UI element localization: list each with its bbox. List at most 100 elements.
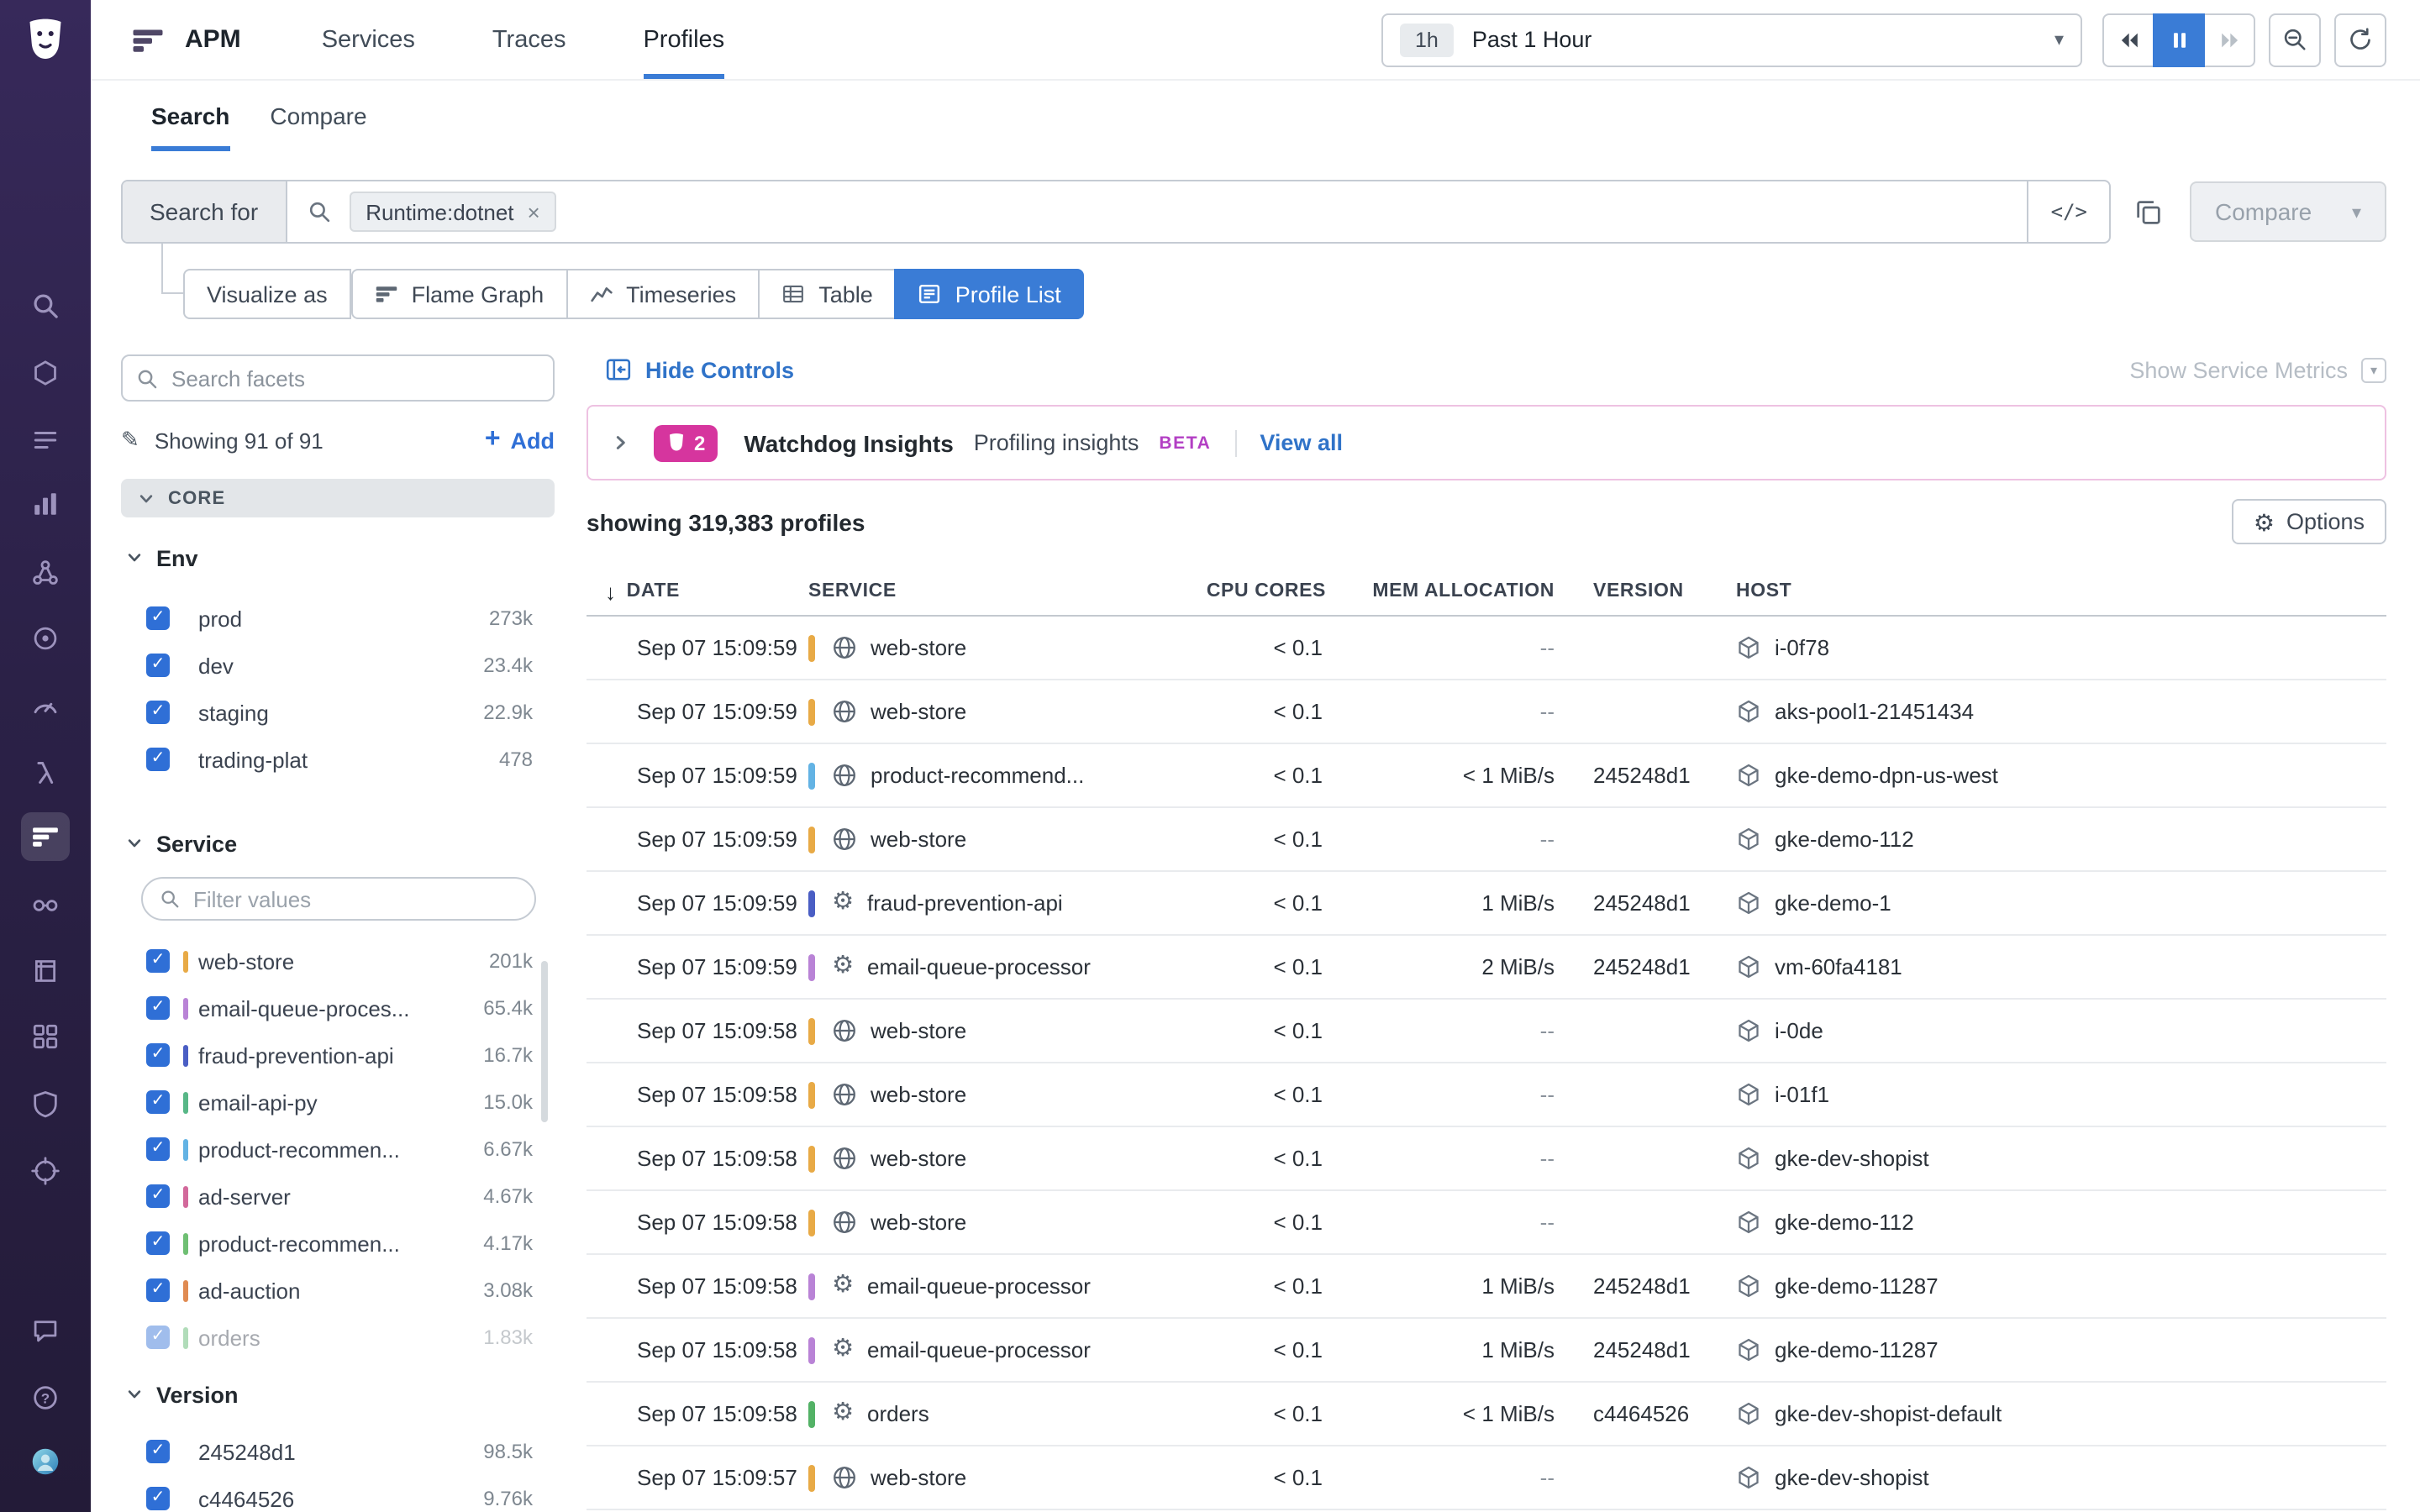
- facet-item-ad-server[interactable]: ✓ad-server4.67k: [121, 1173, 555, 1220]
- refresh-button[interactable]: [2334, 13, 2386, 66]
- profile-row[interactable]: Sep 07 15:09:58web-store< 0.1--gke-demo-…: [587, 1191, 2386, 1255]
- checkbox-checked[interactable]: ✓: [146, 1043, 170, 1067]
- settings-nav-icon[interactable]: [31, 1157, 60, 1185]
- forward-button[interactable]: [2203, 13, 2255, 66]
- facet-item-trading-plat[interactable]: ✓trading-plat478: [121, 736, 555, 783]
- checkbox-checked[interactable]: ✓: [146, 996, 170, 1020]
- profile-row[interactable]: Sep 07 15:09:59product-recommend...< 0.1…: [587, 744, 2386, 808]
- copy-query-button[interactable]: [2134, 197, 2163, 226]
- profile-row[interactable]: Sep 07 15:09:58web-store< 0.1--gke-dev-s…: [587, 1127, 2386, 1191]
- facet-group-header-service[interactable]: Service: [121, 827, 555, 860]
- facet-item-product-recommen[interactable]: ✓product-recommen...6.67k: [121, 1126, 555, 1173]
- profiling-nav-icon[interactable]: [21, 812, 70, 861]
- facet-item-dev[interactable]: ✓dev23.4k: [121, 642, 555, 689]
- docs-nav-icon[interactable]: [31, 957, 60, 985]
- column-header-host[interactable]: HOST: [1736, 581, 2386, 601]
- synthetics-nav-icon[interactable]: [31, 624, 60, 653]
- facet-search[interactable]: [121, 354, 555, 402]
- checkbox-checked[interactable]: ✓: [146, 1231, 170, 1255]
- checkbox-checked[interactable]: ✓: [146, 748, 170, 771]
- profile-row[interactable]: Sep 07 15:09:58web-store< 0.1--i-0de: [587, 1000, 2386, 1063]
- top-nav-traces[interactable]: Traces: [492, 0, 566, 79]
- remove-tag-icon[interactable]: ×: [528, 199, 540, 224]
- checkbox-checked[interactable]: ✓: [146, 1137, 170, 1161]
- profile-row[interactable]: Sep 07 15:09:58⚙orders< 0.1< 1 MiB/sc446…: [587, 1383, 2386, 1446]
- user-avatar[interactable]: [31, 1447, 60, 1476]
- facet-item-product-recommen[interactable]: ✓product-recommen...4.17k: [121, 1220, 555, 1267]
- checkbox-checked[interactable]: ✓: [146, 1090, 170, 1114]
- facet-item-fraud-prevention-api[interactable]: ✓fraud-prevention-api16.7k: [121, 1032, 555, 1079]
- facet-search-input[interactable]: [171, 365, 539, 391]
- metrics-nav-icon[interactable]: [31, 490, 60, 518]
- tab-search[interactable]: Search: [151, 81, 229, 151]
- logs-nav-icon[interactable]: [31, 426, 60, 454]
- top-nav-profiles[interactable]: Profiles: [643, 0, 724, 79]
- visualize-table[interactable]: Table: [758, 269, 897, 319]
- facet-group-header-version[interactable]: Version: [121, 1378, 555, 1411]
- facet-item-245248d1[interactable]: ✓245248d198.5k: [121, 1428, 555, 1475]
- tab-compare[interactable]: Compare: [270, 81, 366, 151]
- profile-row[interactable]: Sep 07 15:09:59⚙fraud-prevention-api< 0.…: [587, 872, 2386, 936]
- checkbox-checked[interactable]: ✓: [146, 1440, 170, 1463]
- profile-row[interactable]: Sep 07 15:09:59web-store< 0.1--gke-demo-…: [587, 808, 2386, 872]
- facet-item-prod[interactable]: ✓prod273k: [121, 595, 555, 642]
- chevron-right-icon[interactable]: [612, 433, 630, 452]
- compare-button[interactable]: Compare ▾: [2190, 181, 2386, 242]
- visualize-flame-graph[interactable]: Flame Graph: [351, 269, 568, 319]
- core-section-toggle[interactable]: CORE: [121, 479, 555, 517]
- checkbox-checked[interactable]: ✓: [146, 1278, 170, 1302]
- apm-nav-icon[interactable]: [31, 559, 60, 587]
- profile-row[interactable]: Sep 07 15:09:59web-store< 0.1--aks-pool1…: [587, 680, 2386, 744]
- visualize-profile-list[interactable]: Profile List: [895, 269, 1085, 319]
- column-header-mem-allocation[interactable]: MEM ALLOCATION: [1339, 581, 1568, 601]
- search-bar[interactable]: Search for Runtime:dotnet × </>: [121, 180, 2111, 244]
- facet-item-email-queue-proces[interactable]: ✓email-queue-proces...65.4k: [121, 984, 555, 1032]
- visualize-timeseries[interactable]: Timeseries: [566, 269, 760, 319]
- profile-row[interactable]: Sep 07 15:09:59web-store< 0.1--i-0f78: [587, 617, 2386, 680]
- facet-filter[interactable]: [141, 877, 536, 921]
- security-nav-icon[interactable]: [31, 1089, 60, 1118]
- pause-button[interactable]: [2153, 13, 2205, 66]
- profile-row[interactable]: Sep 07 15:09:58web-store< 0.1--i-01f1: [587, 1063, 2386, 1127]
- column-header-service[interactable]: SERVICE: [808, 581, 1160, 601]
- checkbox-checked[interactable]: ✓: [146, 949, 170, 973]
- facet-item-staging[interactable]: ✓staging22.9k: [121, 689, 555, 736]
- checkbox-checked[interactable]: ✓: [146, 1487, 170, 1510]
- profile-row[interactable]: Sep 07 15:09:58⚙email-queue-processor< 0…: [587, 1255, 2386, 1319]
- checkbox-checked[interactable]: ✓: [146, 1184, 170, 1208]
- integrations-nav-icon[interactable]: [31, 1022, 60, 1051]
- help-nav-icon[interactable]: ?: [31, 1383, 60, 1412]
- view-all-link[interactable]: View all: [1260, 430, 1343, 455]
- chat-nav-icon[interactable]: [31, 1316, 60, 1345]
- hide-controls-button[interactable]: Hide Controls: [587, 356, 794, 383]
- column-header-date[interactable]: ↓DATE: [587, 579, 808, 604]
- profile-row[interactable]: Sep 07 15:09:58⚙email-queue-processor< 0…: [587, 1319, 2386, 1383]
- facet-group-header-env[interactable]: Env: [121, 541, 555, 575]
- datadog-logo[interactable]: [20, 15, 71, 66]
- watchdog-insights-banner[interactable]: 2 Watchdog Insights Profiling insights B…: [587, 405, 2386, 480]
- add-facet-button[interactable]: + Add: [485, 425, 555, 455]
- pencil-icon[interactable]: ✎: [121, 427, 139, 454]
- facet-item-ad-auction[interactable]: ✓ad-auction3.08k: [121, 1267, 555, 1314]
- facet-filter-input[interactable]: [193, 886, 518, 911]
- infrastructure-nav-icon[interactable]: [31, 359, 60, 387]
- facet-item-email-api-py[interactable]: ✓email-api-py15.0k: [121, 1079, 555, 1126]
- search-nav-icon[interactable]: [31, 291, 60, 320]
- options-button[interactable]: ⚙ Options: [2232, 499, 2386, 544]
- show-service-metrics[interactable]: Show Service Metrics ▾: [2129, 357, 2386, 382]
- checkbox-checked[interactable]: ✓: [146, 701, 170, 724]
- time-range-picker[interactable]: 1h Past 1 Hour ▾: [1381, 13, 2082, 66]
- watchdog-nav-icon[interactable]: [31, 691, 60, 720]
- column-header-cpu-cores[interactable]: CPU CORES: [1160, 581, 1339, 601]
- checkbox-checked[interactable]: ✓: [146, 606, 170, 630]
- zoom-out-button[interactable]: [2269, 13, 2321, 66]
- top-nav-services[interactable]: Services: [322, 0, 415, 79]
- scrollbar-thumb[interactable]: [541, 961, 548, 1122]
- rewind-button[interactable]: [2102, 13, 2154, 66]
- profile-row[interactable]: Sep 07 15:09:59⚙email-queue-processor< 0…: [587, 936, 2386, 1000]
- checkbox-checked[interactable]: ✓: [146, 654, 170, 677]
- checkbox-checked[interactable]: ✓: [146, 1326, 170, 1349]
- ci-pipelines-nav-icon[interactable]: [31, 891, 60, 920]
- serverless-nav-icon[interactable]: [31, 759, 60, 787]
- search-tag-runtime-dotnet[interactable]: Runtime:dotnet ×: [349, 192, 557, 232]
